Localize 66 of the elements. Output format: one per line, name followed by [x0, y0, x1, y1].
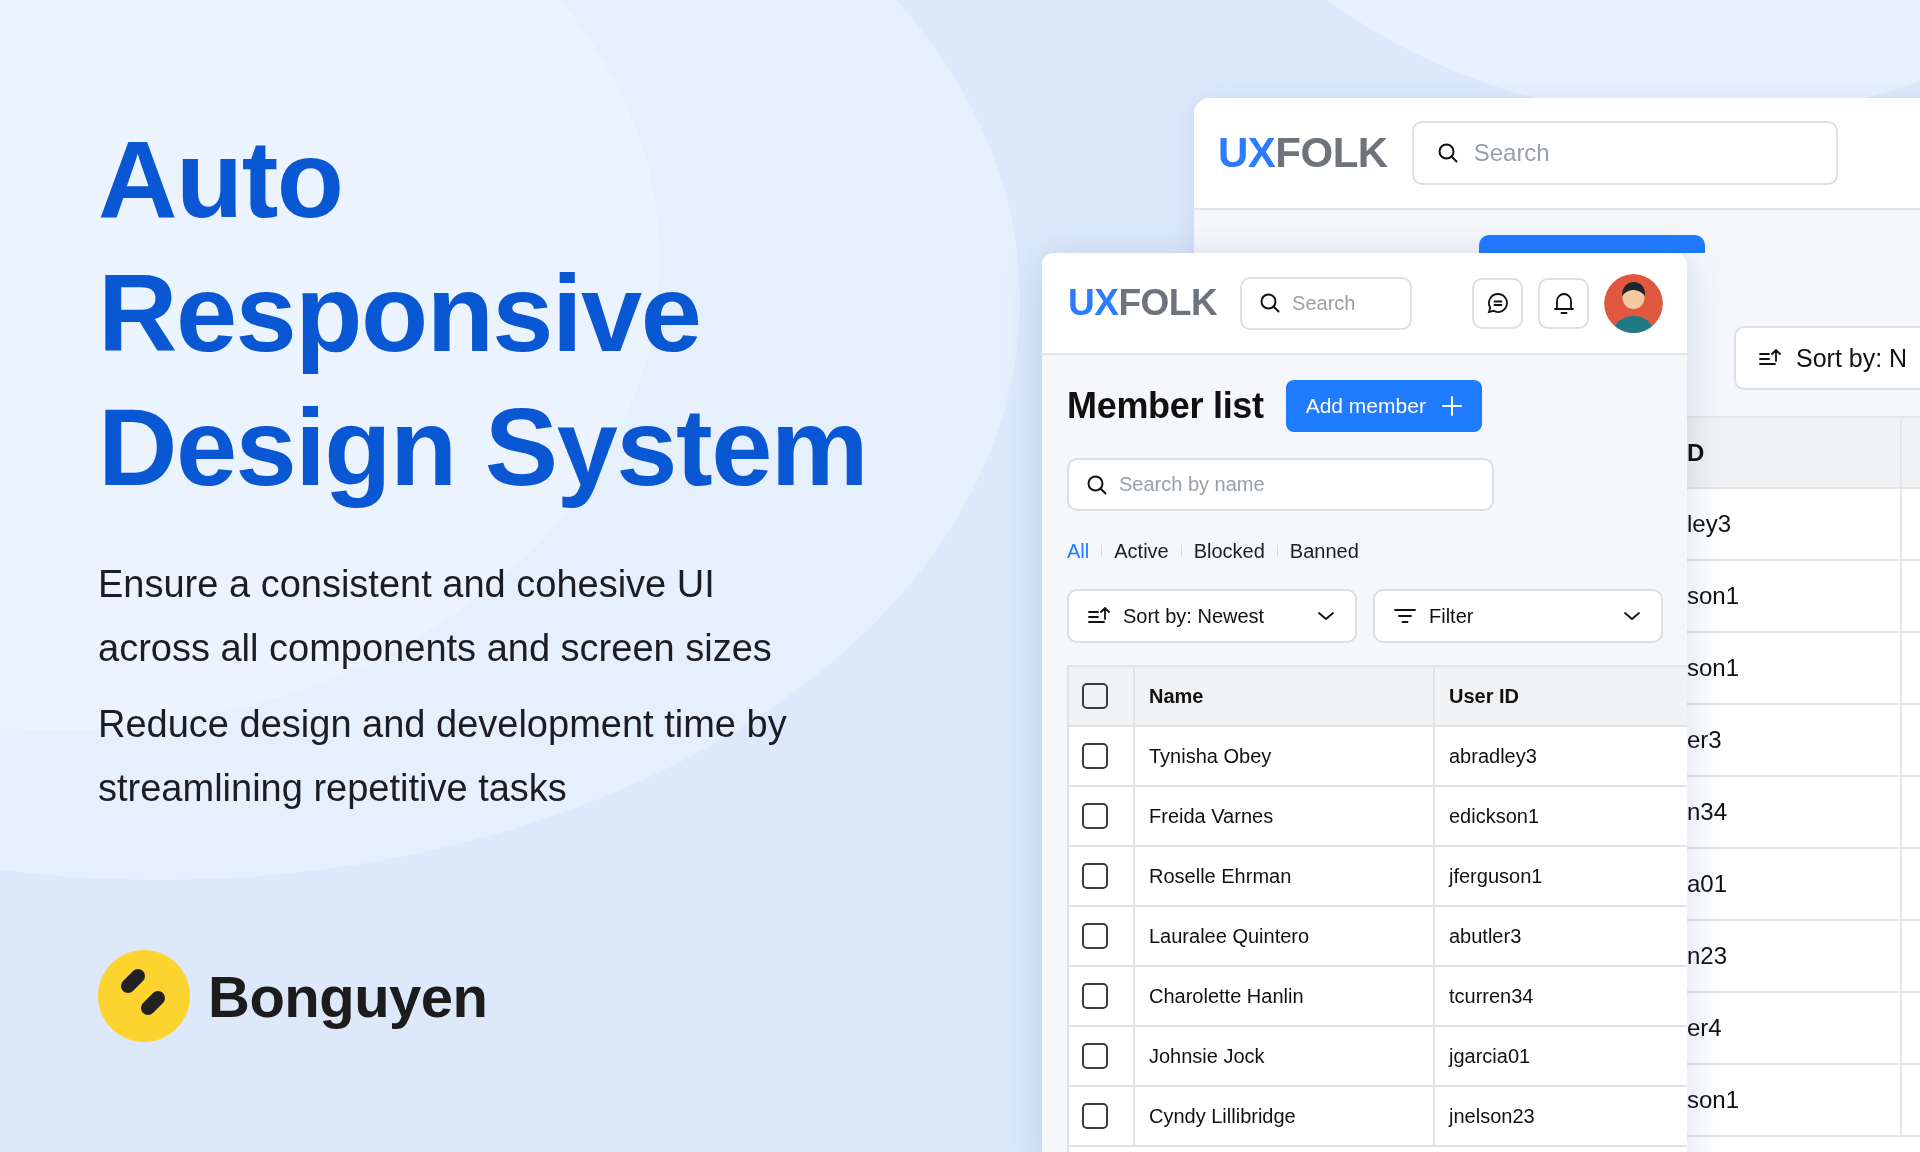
- table-cell: Charolette Hanlin: [1149, 984, 1304, 1008]
- chat-button[interactable]: [1472, 277, 1523, 329]
- column-header: User ID: [1449, 684, 1520, 708]
- plus-icon: [1441, 396, 1462, 416]
- bell-icon: [1551, 290, 1576, 316]
- table-cell: Freida Varnes: [1149, 804, 1274, 828]
- table-cell: Lauralee Quintero: [1149, 924, 1310, 948]
- table-cell: a01: [1687, 870, 1728, 898]
- table-cell: Tynisha Obey: [1149, 744, 1272, 768]
- table-cell: edickson1: [1449, 804, 1540, 828]
- checkbox[interactable]: [1082, 1103, 1108, 1129]
- headline-line: Design System: [98, 384, 868, 510]
- table-cell: abutler3: [1449, 924, 1522, 948]
- table-cell: jferguson1: [1449, 864, 1543, 888]
- filter-dropdown[interactable]: Filter: [1373, 589, 1663, 643]
- notification-button[interactable]: [1538, 277, 1589, 329]
- search-field[interactable]: Search by name: [1067, 458, 1494, 511]
- table-cell: jnelson23: [1449, 1104, 1535, 1128]
- checkbox[interactable]: [1082, 923, 1108, 949]
- search-field[interactable]: Search: [1240, 276, 1413, 330]
- checkbox[interactable]: [1082, 803, 1108, 829]
- headline-line: Auto: [98, 116, 343, 242]
- logo[interactable]: UXFOLK: [1218, 129, 1388, 177]
- table-cell: er3: [1687, 726, 1722, 754]
- table-cell: er4: [1687, 1014, 1722, 1042]
- checkbox[interactable]: [1082, 983, 1108, 1009]
- chevron-down-icon: [1317, 611, 1335, 621]
- checkbox[interactable]: [1082, 683, 1108, 709]
- logo-icon: [98, 950, 190, 1042]
- table-cell: n34: [1687, 798, 1728, 826]
- brand-name: Bonguyen: [208, 962, 488, 1030]
- sort-dropdown[interactable]: Sort by: Newest: [1067, 589, 1357, 643]
- column-header: Name: [1149, 684, 1204, 708]
- description-paragraph: Ensure a consistent and cohesive UI across all components and screen sizes: [98, 562, 773, 671]
- table-cell: Johnsie Jock: [1149, 1044, 1265, 1068]
- filter-tab[interactable]: Banned: [1289, 539, 1359, 563]
- chevron-down-icon: [1623, 611, 1641, 621]
- table-cell: son1: [1687, 654, 1740, 682]
- table-cell: ley3: [1687, 510, 1732, 538]
- headline-line: Responsive: [98, 250, 701, 376]
- filter-icon: [1393, 607, 1417, 625]
- table-cell: Cyndy Lillibridge: [1149, 1104, 1296, 1128]
- chat-icon: [1485, 291, 1510, 315]
- checkbox[interactable]: [1082, 863, 1108, 889]
- column-header: D: [1687, 438, 1705, 467]
- search-field[interactable]: Search: [1411, 121, 1838, 185]
- search-icon: [1435, 141, 1460, 165]
- avatar[interactable]: [1604, 273, 1663, 333]
- filter-tab[interactable]: Active: [1114, 539, 1169, 563]
- table-cell: abradley3: [1449, 744, 1537, 768]
- checkbox[interactable]: [1082, 1043, 1108, 1069]
- table-cell: n23: [1687, 942, 1728, 970]
- logo[interactable]: UXFOLK: [1068, 282, 1218, 324]
- table-cell: son1: [1687, 582, 1740, 610]
- filter-tab[interactable]: Blocked: [1193, 539, 1265, 563]
- table-cell: tcurren34: [1449, 984, 1534, 1008]
- page-title: Member list: [1067, 385, 1264, 427]
- checkbox[interactable]: [1082, 743, 1108, 769]
- table-cell: jgarcia01: [1449, 1044, 1531, 1068]
- search-icon: [1258, 291, 1283, 315]
- table-cell: Roselle Ehrman: [1149, 864, 1292, 888]
- sort-button[interactable]: Sort by: N: [1734, 326, 1920, 390]
- table-cell: son1: [1687, 1086, 1740, 1114]
- add-member-button[interactable]: Add member: [1285, 380, 1482, 432]
- filter-tab[interactable]: All: [1067, 539, 1090, 563]
- description-paragraph: Reduce design and development time by streamlining repetitive tasks: [98, 702, 788, 811]
